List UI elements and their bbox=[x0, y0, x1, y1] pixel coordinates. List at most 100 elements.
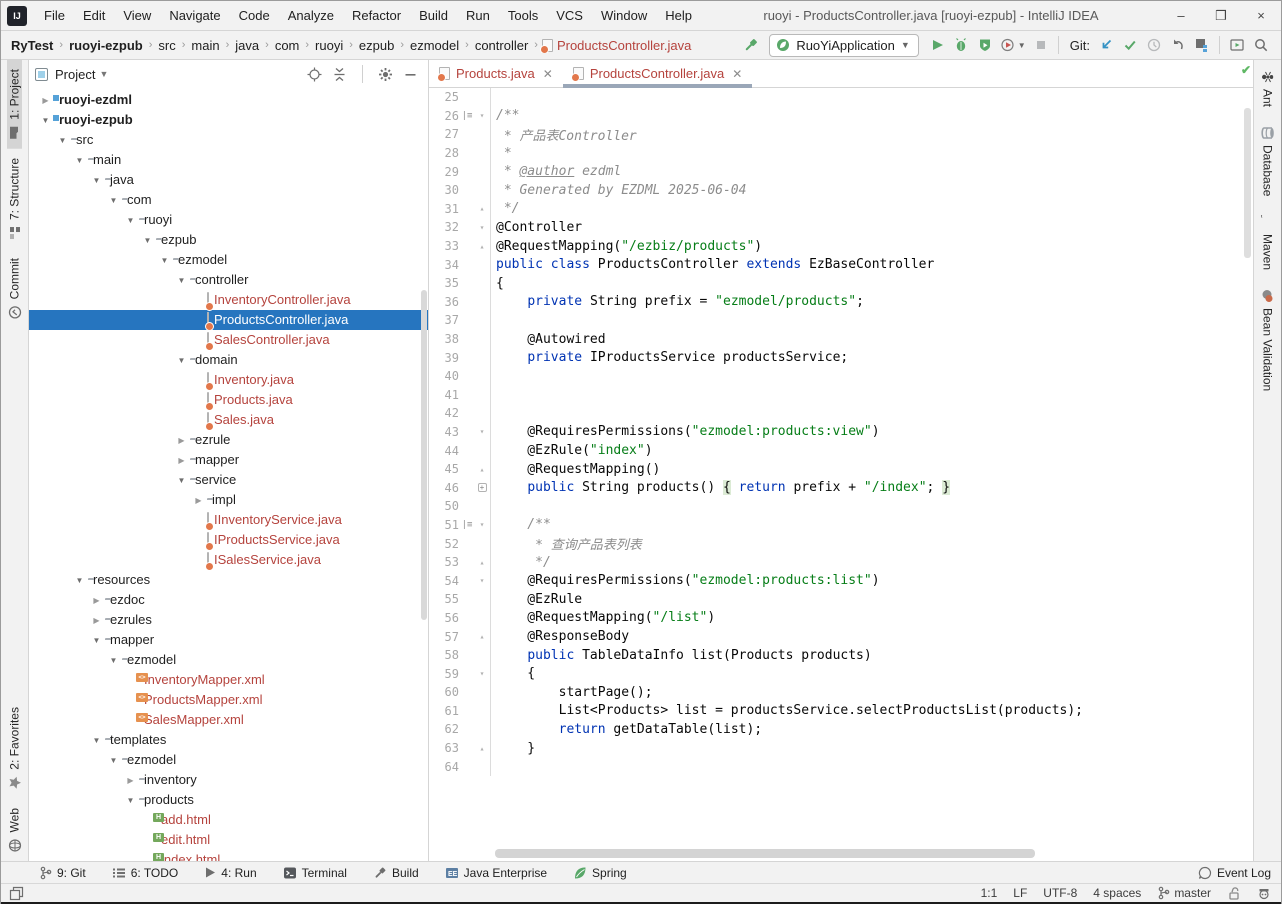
vcs-commit-icon[interactable] bbox=[1118, 34, 1142, 56]
breadcrumb-item[interactable]: src bbox=[156, 38, 177, 53]
fold-marker-icon[interactable]: ▾ bbox=[475, 427, 489, 436]
code-area[interactable]: 2526|≡▾/**27 * 产品表Controller28 *29 * @au… bbox=[429, 88, 1253, 861]
tree-item-ezpub[interactable]: ▼ezpub bbox=[29, 230, 428, 250]
code-line[interactable]: 64 bbox=[429, 757, 1253, 776]
tree-expand-icon[interactable]: ▼ bbox=[107, 756, 120, 765]
close-tab-icon[interactable]: ✕ bbox=[732, 67, 742, 81]
tree-item-ruoyi-ezdml[interactable]: ▶ruoyi-ezdml bbox=[29, 90, 428, 110]
breadcrumb-item[interactable]: main bbox=[189, 38, 221, 53]
menu-tools[interactable]: Tools bbox=[499, 1, 547, 30]
code-line[interactable]: 35{ bbox=[429, 274, 1253, 293]
toolwindow-button-database[interactable]: Database bbox=[1260, 116, 1275, 205]
toolwindow-button-7-structure[interactable]: 7: Structure bbox=[7, 149, 22, 249]
tree-expand-icon[interactable]: ▼ bbox=[90, 176, 103, 185]
tree-expand-icon[interactable]: ▼ bbox=[39, 116, 52, 125]
event-log-button[interactable]: Event Log bbox=[1198, 866, 1271, 880]
code-line[interactable]: 28 * bbox=[429, 144, 1253, 163]
tree-item-main[interactable]: ▼main bbox=[29, 150, 428, 170]
menu-navigate[interactable]: Navigate bbox=[160, 1, 229, 30]
tree-item-impl[interactable]: ▶impl bbox=[29, 490, 428, 510]
tree-item-productscontroller-java[interactable]: ProductsController.java bbox=[29, 310, 428, 330]
toolwindow-button-maven[interactable]: mMaven bbox=[1260, 205, 1275, 279]
code-line[interactable]: 43▾ @RequiresPermissions("ezmodel:produc… bbox=[429, 423, 1253, 442]
menu-run[interactable]: Run bbox=[457, 1, 499, 30]
tree-item-java[interactable]: ▼java bbox=[29, 170, 428, 190]
menu-help[interactable]: Help bbox=[656, 1, 701, 30]
code-line[interactable]: 31▴ */ bbox=[429, 200, 1253, 219]
code-line[interactable]: 57▴ @ResponseBody bbox=[429, 627, 1253, 646]
minimize-button[interactable]: – bbox=[1161, 1, 1201, 30]
fold-marker-icon[interactable]: ▴ bbox=[475, 465, 489, 474]
file-encoding[interactable]: UTF-8 bbox=[1043, 886, 1077, 900]
chevron-down-icon[interactable]: ▼ bbox=[99, 69, 108, 79]
rollback-icon[interactable] bbox=[1166, 34, 1190, 56]
tree-expand-icon[interactable]: ▼ bbox=[175, 476, 188, 485]
code-line[interactable]: 55 @EzRule bbox=[429, 590, 1253, 609]
code-line[interactable]: 27 * 产品表Controller bbox=[429, 125, 1253, 144]
code-line[interactable]: 62 return getDataTable(list); bbox=[429, 720, 1253, 739]
fold-marker-icon[interactable]: ▴ bbox=[475, 242, 489, 251]
tree-expand-icon[interactable]: ▼ bbox=[73, 576, 86, 585]
fold-marker-icon[interactable]: ▾ bbox=[475, 520, 489, 529]
breadcrumb-item[interactable]: com bbox=[273, 38, 302, 53]
tree-expand-icon[interactable]: ▼ bbox=[107, 656, 120, 665]
toolwindow-button-6-todo[interactable]: 6: TODO bbox=[112, 866, 179, 880]
fold-marker-icon[interactable]: ▾ bbox=[475, 576, 489, 585]
editor-tab-products-java[interactable]: Products.java✕ bbox=[429, 60, 563, 87]
tree-item-edit-html[interactable]: edit.html bbox=[29, 830, 428, 850]
coverage-icon[interactable] bbox=[973, 34, 997, 56]
tree-item-domain[interactable]: ▼domain bbox=[29, 350, 428, 370]
code-line[interactable]: 56 @RequestMapping("/list") bbox=[429, 609, 1253, 628]
code-line[interactable]: 38 @Autowired bbox=[429, 330, 1253, 349]
run-icon[interactable] bbox=[925, 34, 949, 56]
code-line[interactable]: 37 bbox=[429, 311, 1253, 330]
code-line[interactable]: 61 List<Products> list = productsService… bbox=[429, 702, 1253, 721]
tree-expand-icon[interactable]: ▼ bbox=[90, 736, 103, 745]
run-dashboard-icon[interactable] bbox=[1225, 34, 1249, 56]
menu-refactor[interactable]: Refactor bbox=[343, 1, 410, 30]
fold-marker-icon[interactable]: ▾ bbox=[475, 111, 489, 120]
fold-marker-icon[interactable]: ▾ bbox=[475, 223, 489, 232]
menu-file[interactable]: File bbox=[35, 1, 74, 30]
tree-item-ezrules[interactable]: ▶ezrules bbox=[29, 610, 428, 630]
tree-item-mapper[interactable]: ▶mapper bbox=[29, 450, 428, 470]
tree-item-service[interactable]: ▼service bbox=[29, 470, 428, 490]
tree-item-ruoyi[interactable]: ▼ruoyi bbox=[29, 210, 428, 230]
breadcrumb-item[interactable]: java bbox=[233, 38, 261, 53]
code-line[interactable]: 39 private IProductsService productsServ… bbox=[429, 348, 1253, 367]
code-line[interactable]: 45▴ @RequestMapping() bbox=[429, 460, 1253, 479]
tree-item-mapper[interactable]: ▼mapper bbox=[29, 630, 428, 650]
close-tab-icon[interactable]: ✕ bbox=[543, 67, 553, 81]
search-everywhere-icon[interactable] bbox=[1249, 34, 1273, 56]
tree-item-ezmodel[interactable]: ▼ezmodel bbox=[29, 750, 428, 770]
code-line[interactable]: 32▾@Controller bbox=[429, 218, 1253, 237]
code-line[interactable]: 51|≡▾ /** bbox=[429, 516, 1253, 535]
editor-vertical-scrollbar[interactable] bbox=[1244, 108, 1251, 258]
tree-item-controller[interactable]: ▼controller bbox=[29, 270, 428, 290]
code-line[interactable]: 59▾ { bbox=[429, 664, 1253, 683]
breadcrumb-item[interactable]: ruoyi-ezpub bbox=[67, 38, 145, 53]
tree-item-productsmapper-xml[interactable]: ProductsMapper.xml bbox=[29, 690, 428, 710]
code-line[interactable]: 29 * @author ezdml bbox=[429, 162, 1253, 181]
tree-item-index-html[interactable]: index.html bbox=[29, 850, 428, 861]
toolwindow-button-bean-validation[interactable]: Bean Validation bbox=[1260, 279, 1275, 400]
tree-item-com[interactable]: ▼com bbox=[29, 190, 428, 210]
debug-icon[interactable] bbox=[949, 34, 973, 56]
maximize-button[interactable]: ❒ bbox=[1201, 1, 1241, 30]
menu-code[interactable]: Code bbox=[230, 1, 279, 30]
fold-marker-icon[interactable]: ▴ bbox=[475, 632, 489, 641]
toolwindow-button-terminal[interactable]: Terminal bbox=[283, 866, 347, 880]
toolwindow-button-web[interactable]: Web bbox=[7, 799, 22, 861]
breadcrumb-file[interactable]: ProductsController.java bbox=[542, 38, 691, 53]
menu-analyze[interactable]: Analyze bbox=[279, 1, 343, 30]
tree-item-templates[interactable]: ▼templates bbox=[29, 730, 428, 750]
editor-tab-productscontroller-java[interactable]: ProductsController.java✕ bbox=[563, 60, 752, 87]
tree-item-inventorycontroller-java[interactable]: InventoryController.java bbox=[29, 290, 428, 310]
vcs-update-icon[interactable] bbox=[1094, 34, 1118, 56]
code-line[interactable]: 54▾ @RequiresPermissions("ezmodel:produc… bbox=[429, 571, 1253, 590]
code-line[interactable]: 30 * Generated by EZDML 2025-06-04 bbox=[429, 181, 1253, 200]
code-line[interactable]: 40 bbox=[429, 367, 1253, 386]
gear-icon[interactable] bbox=[378, 67, 393, 82]
tree-item-iproductsservice-java[interactable]: IProductsService.java bbox=[29, 530, 428, 550]
indent-style[interactable]: 4 spaces bbox=[1093, 886, 1141, 900]
